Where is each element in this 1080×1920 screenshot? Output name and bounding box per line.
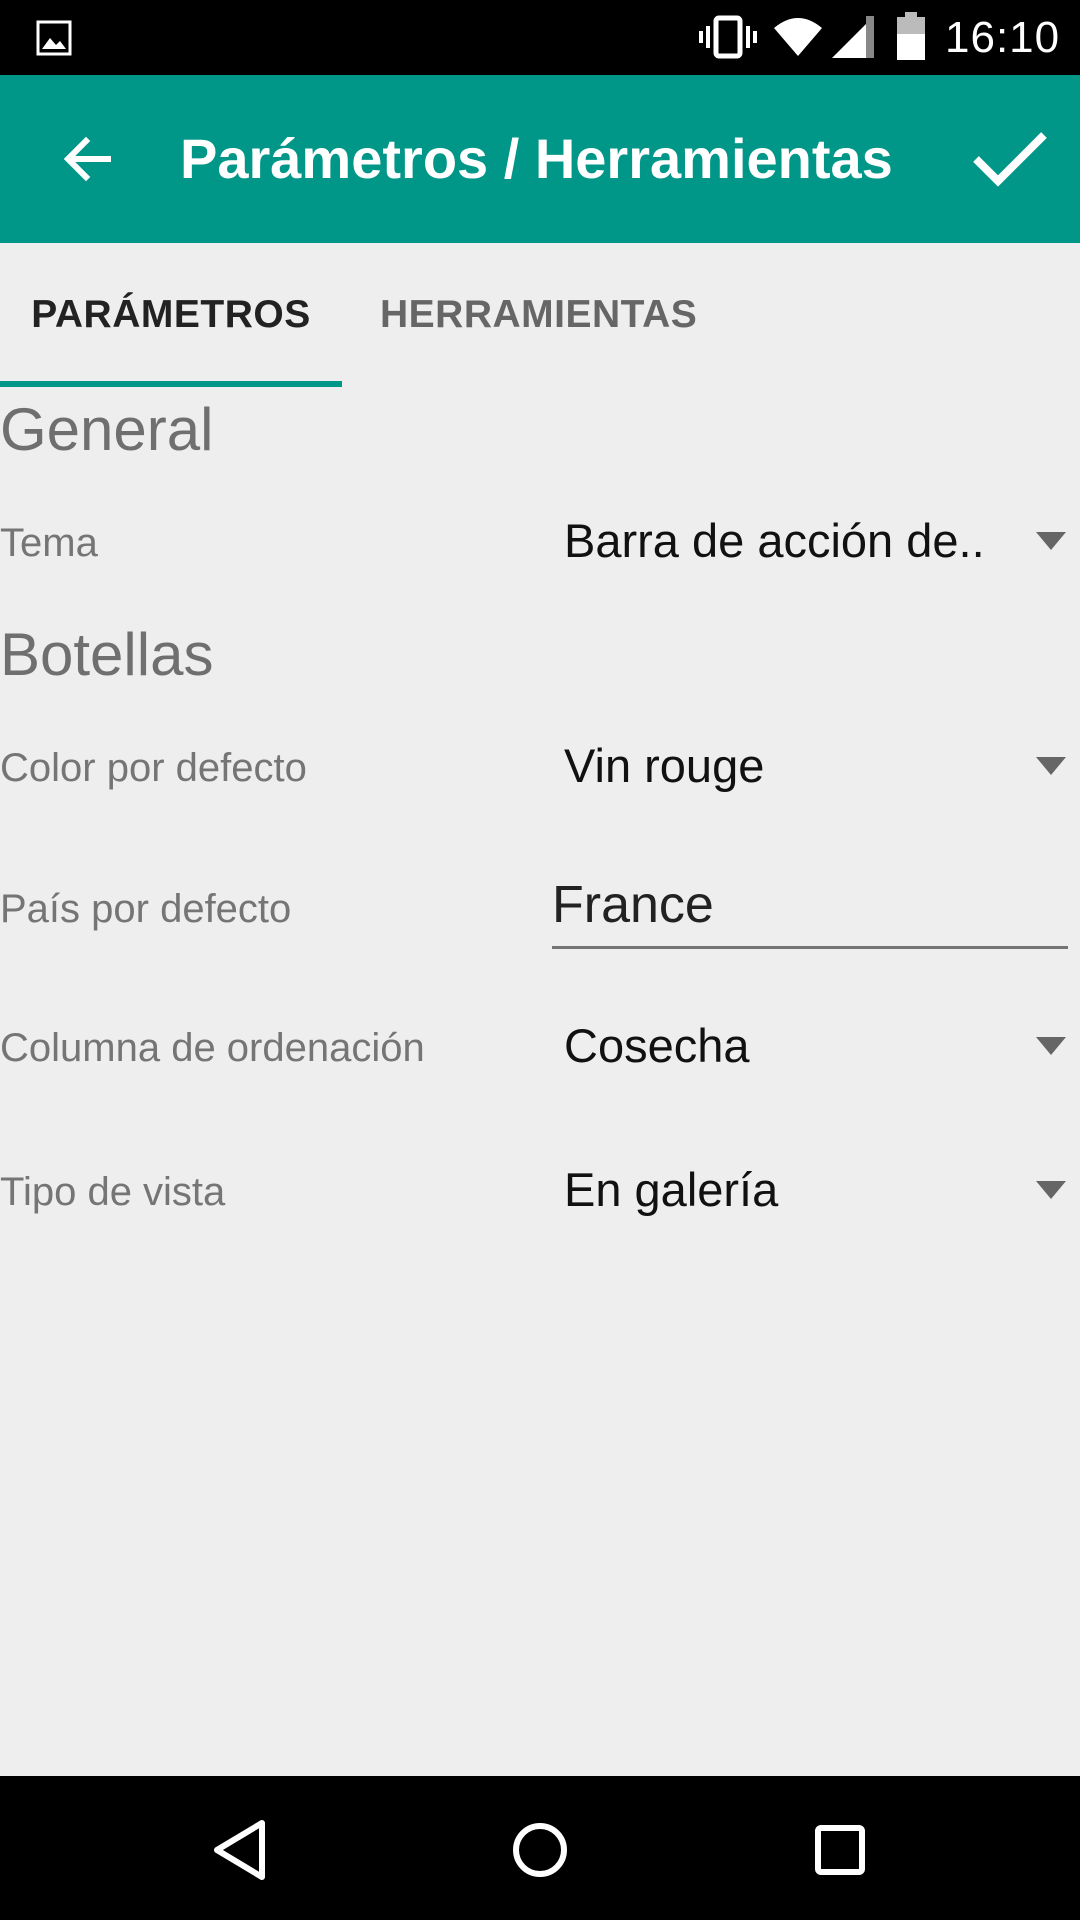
recents-nav-icon [815, 1825, 865, 1875]
tema-spinner[interactable]: Barra de acción de.. [552, 506, 1074, 576]
tema-value: Barra de acción de.. [564, 514, 985, 567]
page-title: Parámetros / Herramientas [180, 127, 893, 190]
columna-spinner[interactable]: Cosecha [552, 1011, 1074, 1081]
status-time: 16:10 [945, 13, 1061, 62]
color-spinner[interactable]: Vin rouge [552, 731, 1074, 801]
navigation-bar [0, 1776, 1080, 1920]
signal-icon [832, 16, 874, 58]
color-value: Vin rouge [564, 739, 765, 792]
gallery-icon [36, 20, 72, 56]
vibrate-icon [699, 15, 757, 59]
vista-label: Tipo de vista [0, 1170, 226, 1214]
pais-label: País por defecto [0, 887, 292, 931]
battery-icon [897, 12, 925, 60]
dropdown-caret-icon [1036, 532, 1066, 550]
color-label: Color por defecto [0, 746, 307, 790]
vista-value: En galería [564, 1163, 779, 1216]
dropdown-caret-icon [1036, 1181, 1066, 1199]
back-nav-icon [214, 1820, 265, 1880]
nav-recents-button[interactable] [796, 1806, 884, 1894]
settings-screen: 16:10 Parámetros / Herramientas PARÁMETR… [0, 0, 1080, 1920]
pais-input[interactable] [552, 870, 1068, 940]
section-botellas-title: Botellas [0, 621, 214, 688]
home-nav-icon [513, 1823, 567, 1877]
pais-field[interactable] [552, 870, 1068, 949]
arrow-back-icon [63, 136, 111, 182]
columna-value: Cosecha [564, 1019, 750, 1072]
tab-parametros[interactable]: PARÁMETROS [0, 243, 342, 387]
confirm-button[interactable] [960, 115, 1060, 203]
tema-label: Tema [0, 521, 98, 565]
nav-home-button[interactable] [496, 1806, 584, 1894]
dropdown-caret-icon [1036, 1037, 1066, 1055]
vista-spinner[interactable]: En galería [552, 1155, 1074, 1225]
columna-label: Columna de ordenación [0, 1026, 425, 1070]
wifi-icon [774, 18, 822, 56]
dropdown-caret-icon [1036, 757, 1066, 775]
section-general-title: General [0, 396, 214, 463]
status-bar: 16:10 [0, 0, 1080, 75]
tab-indicator [0, 381, 342, 387]
back-button[interactable] [44, 115, 132, 203]
tab-bar: PARÁMETROS HERRAMIENTAS [0, 243, 1080, 387]
tab-herramientas[interactable]: HERRAMIENTAS [342, 243, 732, 387]
app-bar: Parámetros / Herramientas [0, 75, 1080, 243]
nav-back-button[interactable] [196, 1806, 284, 1894]
check-icon [973, 132, 1047, 187]
